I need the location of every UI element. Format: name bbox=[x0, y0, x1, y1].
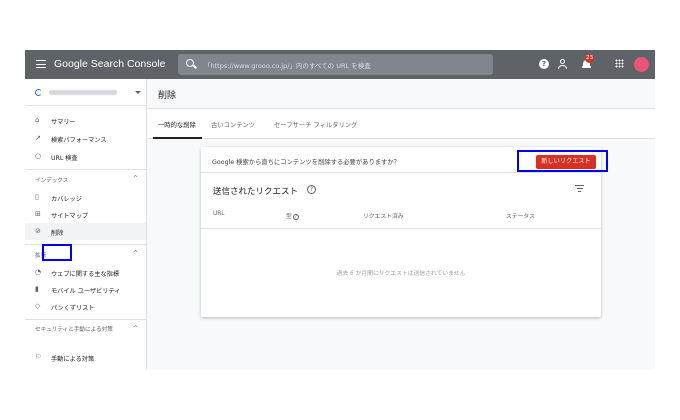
menu-icon[interactable] bbox=[36, 60, 46, 68]
divider bbox=[25, 169, 146, 170]
search-icon: ○ bbox=[35, 152, 42, 160]
sidebar-item-label: カバレッジ bbox=[51, 196, 82, 203]
divider bbox=[201, 228, 601, 229]
column-header-url: URL bbox=[213, 211, 225, 217]
sidebar-item-url-inspection[interactable]: ○ URL 検査 bbox=[25, 148, 146, 165]
property-name-redacted bbox=[49, 90, 117, 95]
account-avatar[interactable] bbox=[634, 57, 649, 72]
help-circle-icon[interactable]: ? bbox=[292, 213, 299, 220]
tab-safesearch-filtering[interactable]: セーフサーチ フィルタリング bbox=[274, 120, 357, 129]
sidebar-item-label: ウェブに関する主な指標 bbox=[51, 271, 120, 278]
column-header-type: 型? bbox=[286, 211, 299, 220]
sidebar-item-mobile-usability[interactable]: ▮ モバイル ユーザビリティ bbox=[25, 281, 146, 298]
manage-users-icon[interactable] bbox=[558, 58, 570, 70]
property-selector[interactable] bbox=[25, 79, 146, 106]
apps-grid-icon[interactable] bbox=[615, 59, 624, 68]
sidebar-item-label: サイトマップ bbox=[51, 213, 89, 220]
sidebar-item-sitemaps[interactable]: ⊞ サイトマップ bbox=[25, 206, 146, 223]
highlight-new-request-box bbox=[517, 150, 608, 172]
sidebar: ⌂ サマリー ↗ 検索パフォーマンス ○ URL 検査 インデックス ^ ▯ カ… bbox=[25, 79, 147, 370]
search-icon bbox=[186, 59, 194, 67]
sidebar-item-performance[interactable]: ↗ 検索パフォーマンス bbox=[25, 130, 146, 147]
sitemap-icon: ⊞ bbox=[35, 210, 41, 218]
app-logo[interactable]: Google Search Console bbox=[54, 58, 166, 70]
removals-card: Google 検索から直ちにコンテンツを削除する必要がありますか？ 新しいリクエ… bbox=[201, 147, 608, 317]
tab-outdated-content[interactable]: 古いコンテンツ bbox=[211, 120, 255, 129]
empty-state-message: 過去 6 か月間にリクエストは送信されていません bbox=[336, 271, 466, 277]
chevron-up-icon[interactable]: ^ bbox=[133, 175, 138, 182]
page-title: 削除 bbox=[158, 91, 177, 101]
removal-question: Google 検索から直ちにコンテンツを削除する必要がありますか？ bbox=[212, 159, 400, 166]
help-circle-icon[interactable]: ? bbox=[307, 185, 316, 194]
highlight-removals-box bbox=[42, 244, 72, 261]
sidebar-item-label: モバイル ユーザビリティ bbox=[51, 288, 121, 295]
sidebar-item-label: URL 検査 bbox=[51, 155, 78, 162]
tab-temporary-removals[interactable]: 一時的な削除 bbox=[158, 120, 196, 129]
trending-icon: ↗ bbox=[35, 134, 41, 142]
sidebar-item-breadcrumbs[interactable]: ◇ パンくずリスト bbox=[25, 298, 146, 315]
column-header-type-label: 型 bbox=[286, 214, 292, 220]
divider bbox=[25, 319, 146, 320]
phone-icon: ▮ bbox=[35, 285, 39, 293]
sidebar-item-summary[interactable]: ⌂ サマリー bbox=[25, 112, 146, 129]
chevron-up-icon[interactable]: ^ bbox=[133, 250, 138, 257]
top-app-bar: Google Search Console 「https://www.grooo… bbox=[25, 50, 655, 79]
active-tab-indicator bbox=[153, 137, 202, 139]
file-icon: ▯ bbox=[35, 193, 39, 201]
tab-bar: 一時的な削除 古いコンテンツ セーフサーチ フィルタリング bbox=[148, 109, 655, 139]
sidebar-item-label: パンくずリスト bbox=[51, 305, 95, 312]
layers-icon: ◇ bbox=[35, 302, 41, 310]
flag-icon: ⚐ bbox=[35, 353, 42, 361]
gauge-icon: ◔ bbox=[35, 268, 42, 276]
dropdown-caret-icon bbox=[135, 91, 141, 94]
column-header-requested: リクエスト済み bbox=[363, 214, 404, 220]
url-inspect-search[interactable]: 「https://www.grooo.co.jp/」内のすべての URL を検査 bbox=[178, 54, 493, 75]
sidebar-item-manual-actions[interactable]: ⚐ 手動による対策 bbox=[25, 349, 146, 366]
chevron-up-icon[interactable]: ^ bbox=[133, 325, 138, 332]
section-title-index: インデックス bbox=[35, 178, 69, 184]
search-console-window: Google Search Console 「https://www.grooo… bbox=[25, 50, 655, 370]
sidebar-item-label: 手動による対策 bbox=[51, 356, 95, 363]
search-input[interactable]: 「https://www.grooo.co.jp/」内のすべての URL を検査 bbox=[204, 60, 371, 70]
sidebar-item-coverage[interactable]: ▯ カバレッジ bbox=[25, 189, 146, 206]
property-icon bbox=[35, 89, 42, 96]
sidebar-item-label: 削除 bbox=[51, 230, 64, 237]
sidebar-item-removals[interactable]: ⊘ 削除 bbox=[25, 223, 146, 240]
filter-icon[interactable] bbox=[575, 185, 584, 193]
help-icon[interactable]: ? bbox=[539, 59, 549, 69]
sidebar-item-label: 検索パフォーマンス bbox=[51, 137, 107, 144]
submitted-requests-title: 送信されたリクエスト bbox=[213, 187, 299, 197]
notifications-badge: 23 bbox=[585, 54, 594, 63]
eye-off-icon: ⊘ bbox=[35, 227, 41, 235]
column-header-status: ステータス bbox=[506, 214, 535, 220]
sidebar-item-core-web-vitals[interactable]: ◔ ウェブに関する主な指標 bbox=[25, 264, 146, 281]
home-icon: ⌂ bbox=[35, 116, 40, 124]
sidebar-item-label: サマリー bbox=[51, 119, 76, 126]
section-title-security: セキュリティと手動による対策 bbox=[35, 327, 113, 333]
